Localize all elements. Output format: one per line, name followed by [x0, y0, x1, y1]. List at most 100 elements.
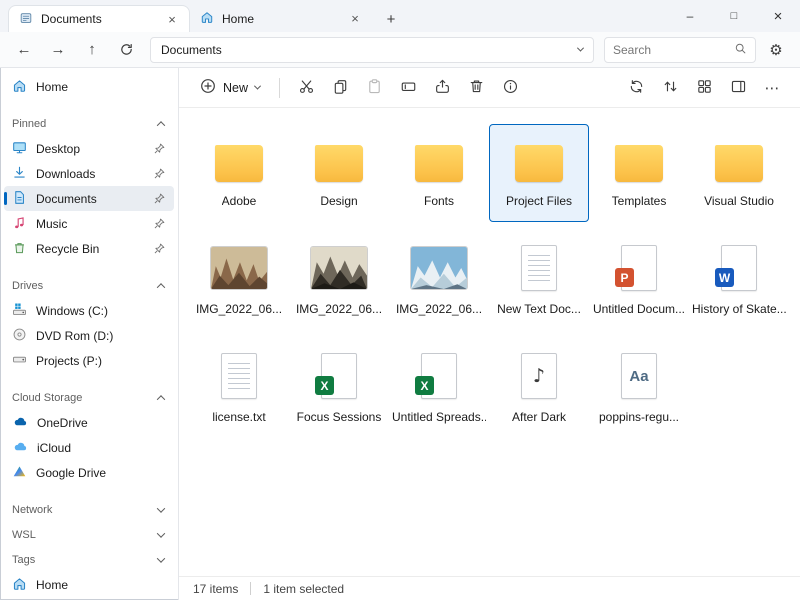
file-item[interactable]: Project Files: [489, 124, 589, 222]
sidebar: Home Pinned Desktop Downloads Documents …: [0, 68, 178, 600]
new-button[interactable]: New: [191, 73, 269, 103]
sidebar-item-label: Music: [36, 217, 144, 231]
back-button[interactable]: ←: [10, 36, 38, 64]
dvd-icon: [12, 327, 27, 345]
sidebar-item-projects-p[interactable]: Projects (P:): [4, 348, 174, 373]
minimize-button[interactable]: –: [668, 0, 712, 32]
file-item[interactable]: Fonts: [389, 124, 489, 222]
chevron-down-icon[interactable]: [577, 45, 584, 52]
file-item[interactable]: Visual Studio: [689, 124, 789, 222]
sidebar-item-icloud[interactable]: iCloud: [4, 435, 174, 460]
file-item[interactable]: ♪After Dark: [489, 340, 589, 438]
address-bar[interactable]: Documents: [150, 37, 594, 63]
file-item[interactable]: New Text Doc...: [489, 232, 589, 330]
forward-button[interactable]: →: [44, 36, 72, 64]
section-label: WSL: [12, 529, 158, 541]
search-input[interactable]: Search: [604, 37, 756, 63]
file-item[interactable]: IMG_2022_06...: [389, 232, 489, 330]
file-icon: [215, 131, 263, 189]
sidebar-item-label: Google Drive: [36, 466, 166, 480]
tab-home[interactable]: Home ×: [190, 5, 372, 32]
paste-button[interactable]: [358, 73, 390, 103]
tab-documents[interactable]: Documents ×: [8, 5, 190, 32]
section-label: Cloud Storage: [12, 392, 158, 404]
file-name: Adobe: [222, 194, 257, 208]
file-item[interactable]: Design: [289, 124, 389, 222]
delete-button[interactable]: [460, 73, 492, 103]
file-item[interactable]: Adobe: [189, 124, 289, 222]
refresh-button[interactable]: [112, 36, 140, 64]
file-name: Untitled Docum...: [593, 302, 685, 316]
chevron-up-icon: [157, 283, 165, 291]
sidebar-section-drives[interactable]: Drives: [4, 273, 174, 298]
delete-icon: [468, 78, 485, 98]
navigation-bar: ← → ↑ Documents Search ⚙: [0, 32, 800, 68]
up-button[interactable]: ↑: [78, 36, 106, 64]
divider: [250, 582, 251, 595]
settings-button[interactable]: ⚙: [762, 36, 790, 64]
text-file-icon: [521, 245, 557, 291]
details-pane-button[interactable]: [722, 73, 754, 103]
pin-icon[interactable]: [153, 217, 166, 230]
pin-icon[interactable]: [153, 142, 166, 155]
sidebar-item-home-bottom[interactable]: Home: [4, 572, 174, 597]
sidebar-section-tags[interactable]: Tags: [4, 547, 174, 572]
sidebar-section-network[interactable]: Network: [4, 497, 174, 522]
sidebar-item-desktop[interactable]: Desktop: [4, 136, 174, 161]
file-name: IMG_2022_06...: [196, 302, 282, 316]
sidebar-item-music[interactable]: Music: [4, 211, 174, 236]
file-item[interactable]: Aapoppins-regu...: [589, 340, 689, 438]
file-name: After Dark: [512, 410, 566, 424]
onedrive-icon: [12, 414, 28, 432]
sidebar-item-recycle-bin[interactable]: Recycle Bin: [4, 236, 174, 261]
file-item[interactable]: Templates: [589, 124, 689, 222]
file-name: poppins-regu...: [599, 410, 679, 424]
rename-button[interactable]: [392, 73, 424, 103]
sidebar-item-label: DVD Rom (D:): [36, 329, 166, 343]
file-item[interactable]: IMG_2022_06...: [289, 232, 389, 330]
file-item[interactable]: XUntitled Spreads...: [389, 340, 489, 438]
view-icon: [696, 78, 713, 98]
sync-button[interactable]: [620, 73, 652, 103]
file-icon: P: [621, 239, 657, 297]
file-item[interactable]: IMG_2022_06...: [189, 232, 289, 330]
pin-icon[interactable]: [153, 242, 166, 255]
sidebar-item-downloads[interactable]: Downloads: [4, 161, 174, 186]
new-tab-button[interactable]: +: [378, 6, 404, 32]
tab-close-icon[interactable]: ×: [163, 10, 181, 28]
pin-icon[interactable]: [153, 167, 166, 180]
sidebar-section-pinned[interactable]: Pinned: [4, 111, 174, 136]
more-options-button[interactable]: ⋯: [756, 73, 788, 103]
sidebar-item-windows-c[interactable]: Windows (C:): [4, 298, 174, 323]
desktop-icon: [12, 140, 27, 158]
sidebar-item-home[interactable]: Home: [4, 74, 174, 99]
sidebar-item-onedrive[interactable]: OneDrive: [4, 410, 174, 435]
copy-button[interactable]: [324, 73, 356, 103]
sort-button[interactable]: [654, 73, 686, 103]
photo-thumbnail-icon: [410, 246, 468, 290]
sort-icon: [662, 78, 679, 98]
file-item[interactable]: license.txt: [189, 340, 289, 438]
cut-button[interactable]: [290, 73, 322, 103]
file-item[interactable]: XFocus Sessions: [289, 340, 389, 438]
file-icon: X: [421, 347, 457, 405]
view-button[interactable]: [688, 73, 720, 103]
folder-icon: [215, 145, 263, 182]
chevron-down-icon: [157, 504, 165, 512]
file-item[interactable]: WHistory of Skate...: [689, 232, 789, 330]
windows-drive-icon: [12, 302, 27, 320]
sidebar-section-cloud-storage[interactable]: Cloud Storage: [4, 385, 174, 410]
sidebar-section-wsl[interactable]: WSL: [4, 522, 174, 547]
file-item[interactable]: P Untitled Docum...: [589, 232, 689, 330]
file-icon: [521, 239, 557, 297]
share-button[interactable]: [426, 73, 458, 103]
pin-icon[interactable]: [153, 192, 166, 205]
sidebar-item-google-drive[interactable]: Google Drive: [4, 460, 174, 485]
tab-close-icon[interactable]: ×: [346, 10, 364, 28]
sidebar-item-documents[interactable]: Documents: [4, 186, 174, 211]
info-button[interactable]: [494, 73, 526, 103]
close-button[interactable]: ×: [756, 0, 800, 32]
maximize-button[interactable]: □: [712, 0, 756, 32]
sidebar-item-dvd-d[interactable]: DVD Rom (D:): [4, 323, 174, 348]
file-icon: [715, 131, 763, 189]
